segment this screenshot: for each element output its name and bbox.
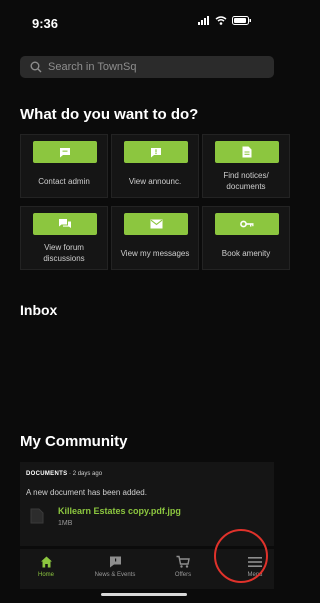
tile-label: View forum discussions (43, 243, 85, 263)
attachment-size: 1MB (58, 520, 73, 527)
action-tiles: Contact admin View announc. Find notices… (20, 134, 290, 274)
announcement-icon (151, 147, 161, 157)
tab-label: Offers (174, 572, 192, 578)
status-bar: 9:36 (0, 0, 274, 46)
home-indicator (101, 593, 187, 596)
envelope-icon (150, 219, 162, 229)
cart-icon (176, 555, 190, 568)
status-icons (198, 16, 252, 25)
forum-icon (59, 219, 71, 228)
feed-item-text: A new document has been added. (26, 488, 147, 497)
tile-label: Contact admin (38, 176, 90, 186)
inbox-heading: Inbox (20, 302, 58, 318)
tile-find-documents[interactable]: Find notices/ documents (202, 134, 290, 198)
feed-item-meta: DOCUMENTS · 2 days ago (26, 471, 102, 477)
key-icon (240, 220, 254, 228)
signal-icon (198, 16, 209, 25)
tab-label: Home (37, 572, 54, 578)
tile-label: View my messages (120, 248, 190, 258)
tab-home[interactable]: Home (21, 549, 71, 589)
tile-my-messages[interactable]: View my messages (111, 206, 199, 270)
tile-contact-admin[interactable]: Contact admin (20, 134, 108, 198)
tile-book-amenity[interactable]: Book amenity (202, 206, 290, 270)
tile-forum-discussions[interactable]: View forum discussions (20, 206, 108, 270)
feed-item-time: · 2 days ago (67, 471, 103, 477)
tab-offers[interactable]: Offers (158, 549, 208, 589)
tile-view-announcements[interactable]: View announc. (111, 134, 199, 198)
battery-icon (232, 16, 251, 25)
search-input[interactable] (48, 61, 258, 73)
file-icon (30, 508, 44, 524)
chat-bubble-icon (60, 147, 70, 157)
actions-heading: What do you want to do? (20, 106, 199, 123)
tile-label: Find notices/ documents (223, 171, 269, 191)
tile-label: Book amenity (221, 248, 271, 258)
attachment-link[interactable]: Killearn Estates copy.pdf.jpg (58, 506, 181, 516)
community-heading: My Community (20, 433, 128, 450)
search-bar[interactable] (20, 56, 274, 78)
status-time: 9:36 (32, 16, 59, 31)
search-icon (30, 61, 42, 73)
document-icon (242, 146, 252, 158)
news-icon (109, 556, 121, 568)
highlight-circle-annotation (214, 529, 268, 583)
wifi-icon (215, 16, 227, 25)
feed-item-category: DOCUMENTS (26, 471, 68, 477)
tab-label: News & Events (94, 572, 136, 578)
tile-label: View announc. (128, 176, 182, 186)
home-icon (40, 556, 52, 568)
tab-news-events[interactable]: News & Events (90, 549, 140, 589)
